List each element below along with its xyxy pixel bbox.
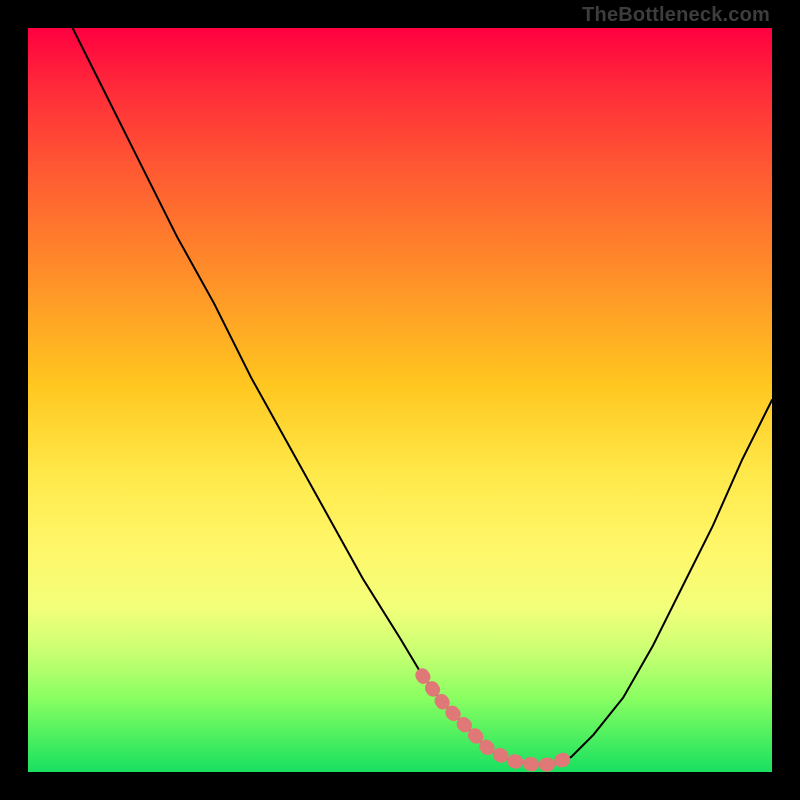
chart-frame: TheBottleneck.com: [0, 0, 800, 800]
gradient-plot-area: [28, 28, 772, 772]
bottleneck-curve: [73, 28, 772, 765]
highlight-segment: [422, 675, 571, 764]
curve-overlay: [28, 28, 772, 772]
watermark-text: TheBottleneck.com: [582, 4, 770, 27]
